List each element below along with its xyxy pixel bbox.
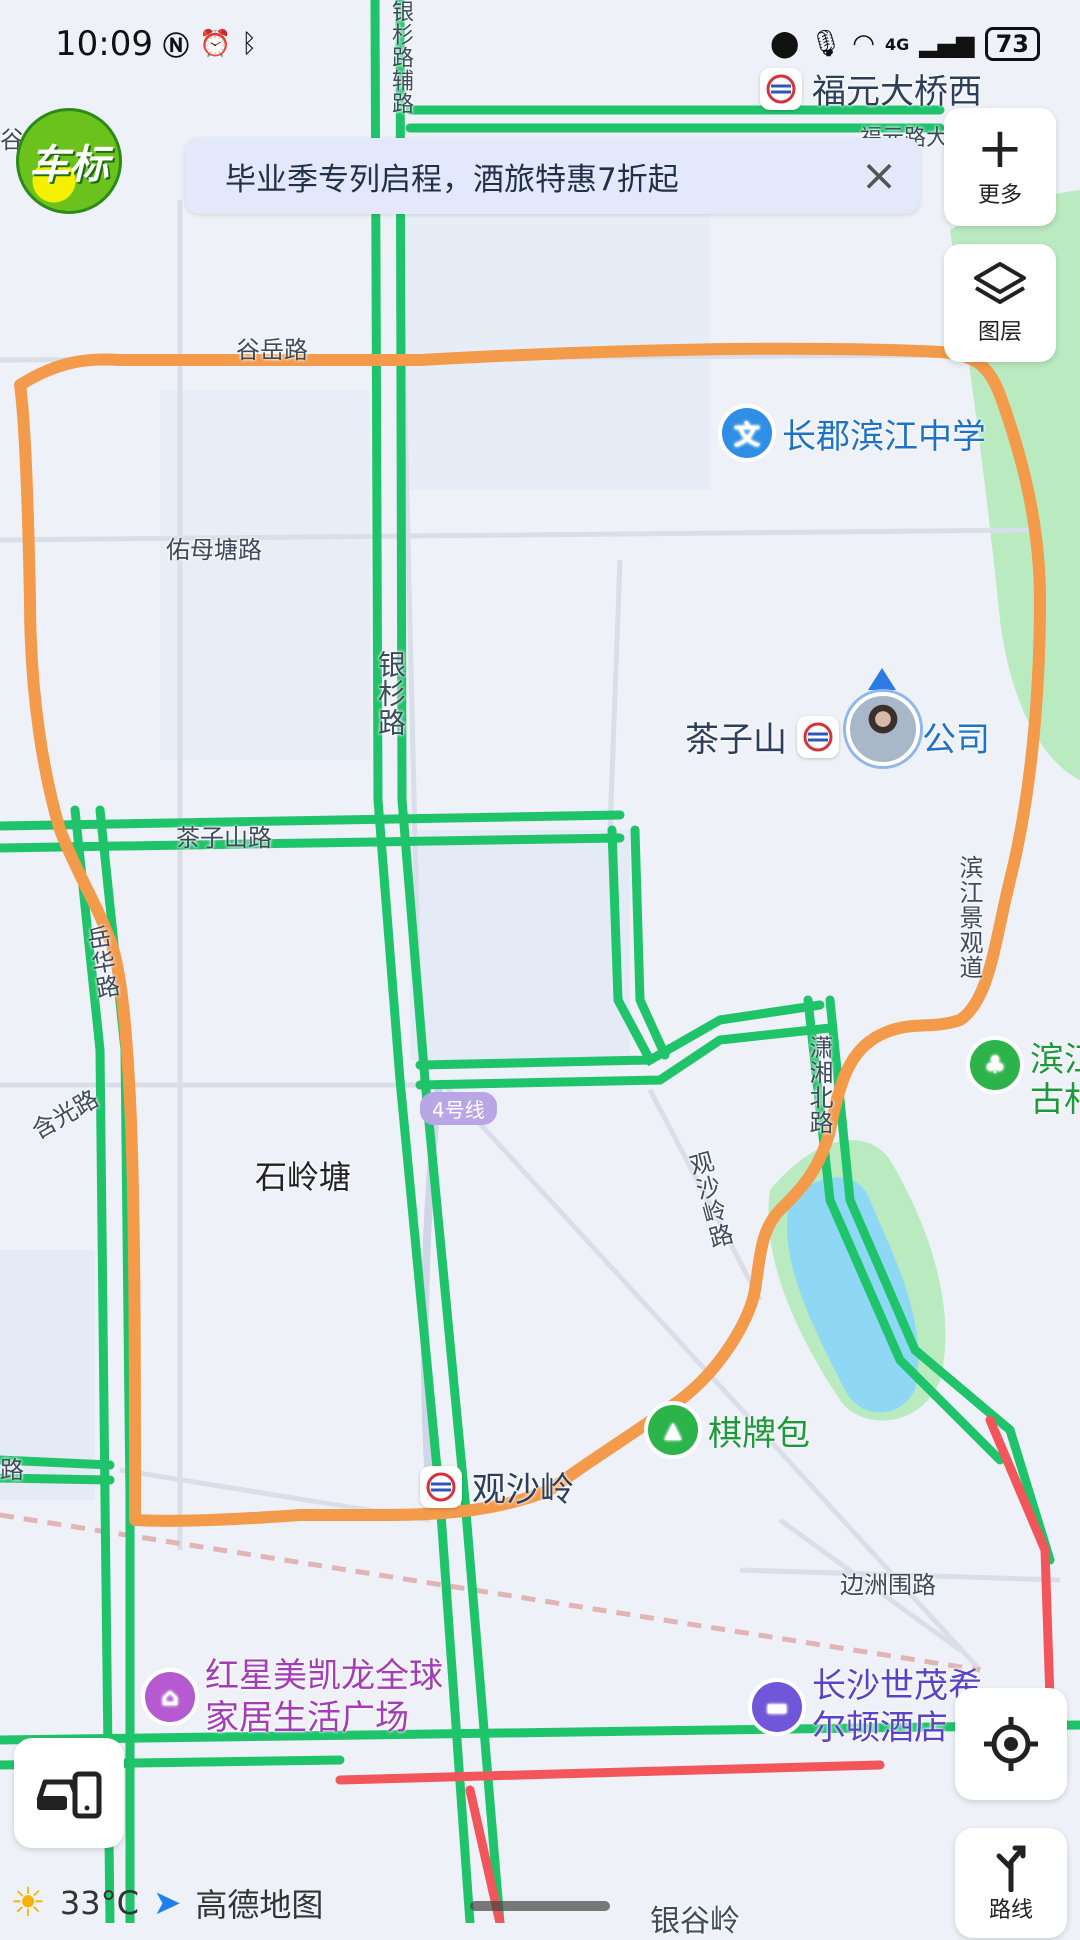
crosshair-icon xyxy=(984,1717,1038,1771)
signal-icon: ▂▄▆ xyxy=(919,30,975,58)
poi-label-2: 古村 xyxy=(1030,1080,1080,1120)
car-connect-button[interactable] xyxy=(14,1738,124,1848)
poi-school[interactable]: 文 长郡滨江中学 xyxy=(722,408,986,458)
poi-guanshaling-station[interactable]: 观沙岭 xyxy=(420,1462,574,1511)
locate-button[interactable] xyxy=(955,1688,1067,1800)
metro-icon xyxy=(420,1465,462,1508)
hotel-icon: ▬ xyxy=(752,1682,802,1732)
school-icon: 文 xyxy=(722,408,772,458)
nfc-icon: Ⓝ xyxy=(162,31,189,62)
map-canvas[interactable] xyxy=(0,0,1080,1923)
car-phone-icon xyxy=(36,1771,102,1819)
poi-binjiang-village[interactable]: ♣ 滨江 古村 xyxy=(970,1040,1080,1120)
plus-icon: + xyxy=(976,116,1024,181)
more-button[interactable]: + 更多 xyxy=(944,108,1056,226)
mic-icon: 🎙 xyxy=(809,29,843,59)
poi-qipaibao[interactable]: ▲ 棋牌包 xyxy=(648,1405,810,1455)
location-icon: ⬤ xyxy=(770,29,800,59)
poi-label: 红星美凯龙全球 xyxy=(205,1656,443,1696)
battery-level: 73 xyxy=(984,27,1040,61)
network-type: 4G xyxy=(884,34,910,54)
more-label: 更多 xyxy=(977,183,1022,208)
poi-label: 福元大桥西 xyxy=(812,72,982,112)
metro-icon xyxy=(797,715,839,758)
bottom-info-bar: ☀ 33°C ➤ 高德地图 xyxy=(10,1880,323,1926)
route-arrow-icon xyxy=(996,1845,1026,1892)
road-label-chazishan: 茶子山路 xyxy=(176,824,272,852)
promo-banner[interactable]: 毕业季专列启程，酒旅特惠7折起 × xyxy=(185,138,920,214)
shopping-icon: ⌂ xyxy=(145,1672,195,1722)
poi-label-2: 家居生活广场 xyxy=(205,1698,409,1738)
amap-logo-icon: ➤ xyxy=(152,1883,182,1923)
close-icon[interactable]: × xyxy=(856,150,902,201)
heading-arrow-icon xyxy=(868,668,896,690)
layers-icon xyxy=(974,262,1026,304)
poi-label: 茶子山 xyxy=(685,720,787,760)
road-label-yinshan: 银杉路 xyxy=(374,650,407,737)
poi-chazishan-station[interactable]: 茶子山 xyxy=(685,712,839,761)
road-label-left-partial: 路 xyxy=(0,1456,24,1484)
promo-banner-text: 毕业季专列启程，酒旅特惠7折起 xyxy=(225,161,679,198)
poi-label: 长郡滨江中学 xyxy=(782,416,986,457)
sun-icon: ☀ xyxy=(10,1880,46,1926)
status-bar: 10:09 Ⓝ ⏰ ᛒ ⬤ 🎙 ◠ 4G ▂▄▆ 73 xyxy=(55,22,1040,66)
weather-temp: 33°C xyxy=(59,1884,139,1922)
mountain-icon: ▲ xyxy=(648,1405,698,1455)
home-indicator[interactable] xyxy=(470,1901,610,1911)
tree-icon: ♣ xyxy=(970,1040,1020,1090)
current-location-marker[interactable] xyxy=(846,668,920,768)
poi-label: 观沙岭 xyxy=(472,1470,574,1510)
poi-mall[interactable]: ⌂ 红星美凯龙全球 家居生活广场 xyxy=(145,1655,443,1739)
brand-name: 高德地图 xyxy=(195,1886,324,1924)
status-time: 10:09 xyxy=(55,24,153,64)
road-label-bottom-partial: 银谷岭 xyxy=(650,1904,740,1939)
poi-label: 滨江 xyxy=(1030,1040,1080,1080)
layers-label: 图层 xyxy=(977,320,1022,345)
area-label-shilingtang: 石岭塘 xyxy=(255,1158,352,1196)
alarm-icon: ⏰ xyxy=(199,29,232,59)
poi-label: 公司 xyxy=(922,720,990,760)
poi-hotel[interactable]: ▬ 长沙世茂希 尔顿酒店 xyxy=(752,1665,982,1749)
road-label-xiaoxiang-north: 潇湘北路 xyxy=(805,1035,833,1135)
poi-fuyuan-bridge-station[interactable]: 福元大桥西 xyxy=(760,64,982,113)
metro-icon xyxy=(760,67,802,110)
poi-label: 棋牌包 xyxy=(708,1413,810,1454)
road-label-guyue: 谷岳路 xyxy=(236,336,308,364)
road-label-youmutang: 佑母塘路 xyxy=(166,536,262,564)
road-label-bianzhouwei: 边洲围路 xyxy=(840,1571,936,1599)
avatar xyxy=(846,692,920,766)
wifi-icon: ◠ xyxy=(852,29,875,59)
car-logo[interactable]: 车标 xyxy=(16,108,122,214)
bluetooth-icon: ᛒ xyxy=(241,29,257,59)
layers-button[interactable]: 图层 xyxy=(944,244,1056,362)
road-label-binjiang: 滨江景观道 xyxy=(955,855,983,980)
route-button[interactable]: 路线 xyxy=(955,1828,1067,1938)
poi-company[interactable]: 公司 xyxy=(922,712,990,761)
route-label: 路线 xyxy=(988,1898,1033,1923)
metro-line-tag: 4号线 xyxy=(420,1092,497,1125)
